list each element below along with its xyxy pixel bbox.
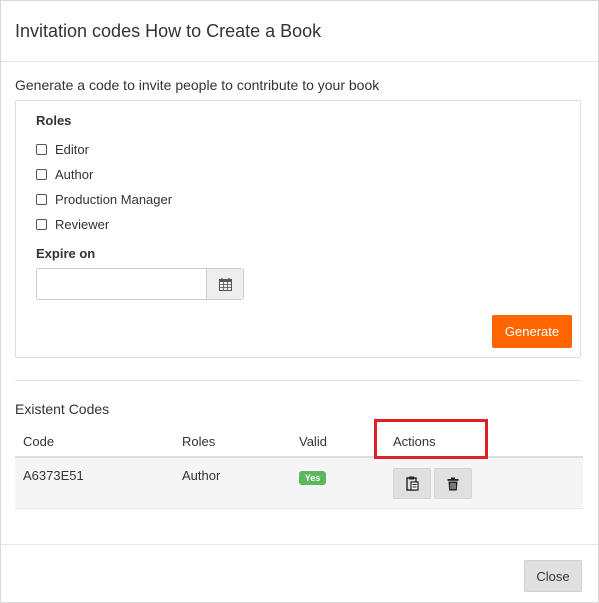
existent-codes-title: Existent Codes xyxy=(15,401,110,417)
column-header-roles: Roles xyxy=(182,434,216,449)
valid-badge: Yes xyxy=(299,471,326,485)
roles-label: Roles xyxy=(36,113,72,128)
calendar-button[interactable] xyxy=(206,269,243,299)
author-label: Author xyxy=(55,166,94,182)
column-header-valid: Valid xyxy=(299,434,327,449)
actions-highlight-box xyxy=(374,419,488,459)
invitation-codes-modal: Invitation codes How to Create a Book Ge… xyxy=(0,0,599,603)
role-option-author[interactable]: Author xyxy=(36,165,93,183)
modal-header: Invitation codes How to Create a Book xyxy=(1,1,598,62)
clipboard-icon xyxy=(405,476,419,491)
generate-button[interactable]: Generate xyxy=(492,315,572,348)
role-option-editor[interactable]: Editor xyxy=(36,140,89,158)
close-button[interactable]: Close xyxy=(524,560,582,592)
roles-cell: Author xyxy=(182,468,221,483)
production-manager-label: Production Manager xyxy=(55,191,173,207)
table-header: Code Roles Valid Actions xyxy=(15,425,583,458)
section-divider xyxy=(15,380,581,381)
author-checkbox[interactable] xyxy=(36,168,47,180)
reviewer-label: Reviewer xyxy=(55,216,110,232)
expire-label: Expire on xyxy=(36,246,96,261)
role-option-reviewer[interactable]: Reviewer xyxy=(36,215,109,233)
calendar-icon xyxy=(218,277,232,291)
role-option-production-manager[interactable]: Production Manager xyxy=(36,190,172,208)
expire-date-group xyxy=(36,268,244,300)
intro-text: Generate a code to invite people to cont… xyxy=(15,77,380,93)
editor-checkbox[interactable] xyxy=(36,143,47,155)
copy-code-button[interactable] xyxy=(393,468,431,499)
codes-table: Code Roles Valid Actions A6373E51 Author… xyxy=(15,425,583,509)
editor-label: Editor xyxy=(55,141,89,157)
expire-date-input[interactable] xyxy=(37,269,206,299)
footer-divider xyxy=(1,544,598,545)
code-cell: A6373E51 xyxy=(23,468,84,483)
delete-code-button[interactable] xyxy=(434,468,472,499)
column-header-code: Code xyxy=(23,434,55,449)
table-row: A6373E51 Author Yes xyxy=(15,458,583,509)
generate-code-panel: Roles Editor Author Production Manager R… xyxy=(15,100,581,358)
reviewer-checkbox[interactable] xyxy=(36,218,47,230)
modal-title: Invitation codes How to Create a Book xyxy=(15,21,322,41)
production-manager-checkbox[interactable] xyxy=(36,193,47,205)
trash-icon xyxy=(447,477,459,490)
